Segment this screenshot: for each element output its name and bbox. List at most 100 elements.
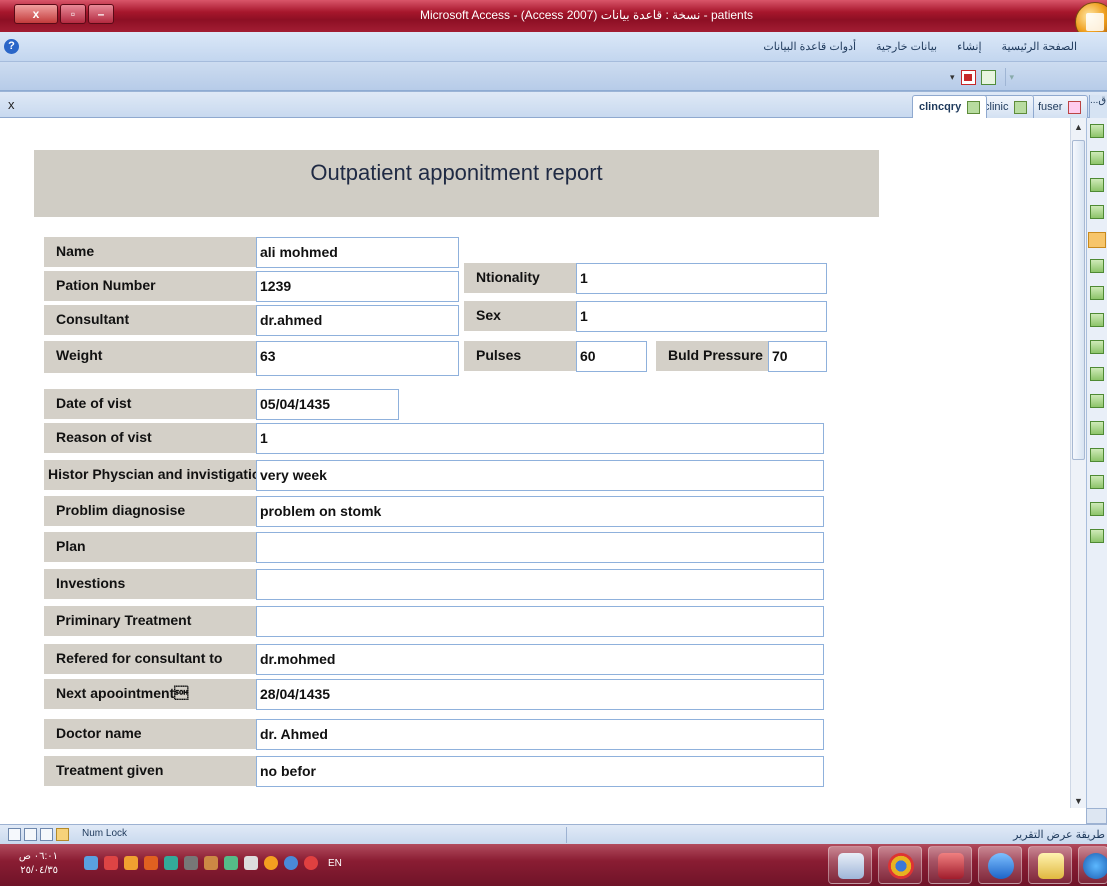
ribbon-tabs: الصفحة الرئيسية إنشاء بيانات خارجية أدوا… [743,40,1077,53]
value-pation-number[interactable]: 1239 [256,271,459,302]
value-name[interactable]: ali mohmed [256,237,459,268]
taskbar-ie-button[interactable] [978,846,1022,884]
quick-access-toolbar: ▾ ▾ [0,62,1107,92]
value-sex[interactable]: 1 [576,301,827,332]
chrome-icon [888,853,914,879]
report-icon[interactable] [1090,124,1104,138]
scroll-thumb[interactable] [1072,140,1085,460]
value-plan[interactable] [256,532,824,563]
scroll-down-icon[interactable]: ▼ [1074,796,1083,806]
export-icon[interactable] [980,69,996,85]
restore-window-button[interactable]: ▫ [60,4,86,24]
report-title: Outpatient apponitment report [310,160,603,185]
navigation-pane-toggle[interactable]: ...ق [1089,95,1107,118]
report-view: Outpatient apponitment report Name ali m… [0,118,1070,808]
label-date-of-visit: Date of vist [44,389,256,419]
app-tray-icon[interactable] [224,856,238,870]
value-history[interactable]: very week [256,460,824,491]
qat-dropdown-icon[interactable]: ▾ [950,72,955,83]
view-mode-label: طريقة عرض التقرير [1013,829,1105,841]
report-icon[interactable] [1090,313,1104,327]
qat-overflow-icon[interactable]: ▾ [1010,72,1015,83]
scroll-up-icon[interactable]: ▲ [1074,122,1083,132]
taskbar-start-button[interactable] [1078,846,1107,884]
toolbar-separator [0,90,1107,91]
pdf-export-icon[interactable] [960,69,976,85]
power-icon[interactable] [124,856,138,870]
report-icon[interactable] [1090,421,1104,435]
close-window-button[interactable]: x [14,4,58,24]
vertical-scrollbar[interactable]: ▲ ▼ [1070,118,1086,808]
notification-tray: EN [84,856,342,870]
taskbar-chrome-button[interactable] [878,846,922,884]
value-diagnosis[interactable]: problem on stomk [256,496,824,527]
ribbon-tab-home[interactable]: الصفحة الرئيسية [1002,40,1077,53]
app-tray-icon[interactable] [164,856,178,870]
report-icon-selected[interactable] [1088,232,1106,248]
print-preview-icon[interactable] [24,828,37,841]
report-icon[interactable] [1090,475,1104,489]
value-consultant[interactable]: dr.ahmed [256,305,459,336]
value-date-of-visit[interactable]: 05/04/1435 [256,389,399,420]
language-indicator[interactable]: EN [328,858,342,869]
label-history: Histor Physcian and invistigation [44,460,256,490]
app-tray-icon[interactable] [284,856,298,870]
report-view-icon[interactable] [8,828,21,841]
value-reason-of-visit[interactable]: 1 [256,423,824,454]
report-icon[interactable] [1090,394,1104,408]
app-tray-icon[interactable] [144,856,158,870]
volume-icon[interactable] [244,856,258,870]
label-weight: Weight [44,341,256,373]
taskbar-access-button[interactable] [928,846,972,884]
value-doctor-name[interactable]: dr. Ahmed [256,719,824,750]
value-blood-pressure[interactable]: 70 [768,341,827,372]
report-icon[interactable] [1090,340,1104,354]
value-pulses[interactable]: 60 [576,341,647,372]
value-nationality[interactable]: 1 [576,263,827,294]
toolbar-divider [1004,68,1006,86]
label-diagnosis: Problim diagnosise [44,496,256,526]
layout-view-icon[interactable] [40,828,53,841]
report-icon[interactable] [1090,205,1104,219]
tab-clincqry[interactable]: clincqry [912,95,988,118]
internet-explorer-icon [988,853,1014,879]
value-weight[interactable]: 63 [256,341,459,376]
report-icon[interactable] [1090,448,1104,462]
flag-icon[interactable] [104,856,118,870]
ribbon-tab-bar: ? الصفحة الرئيسية إنشاء بيانات خارجية أد… [0,32,1107,62]
value-primary-treatment[interactable] [256,606,824,637]
app-tray-icon[interactable] [264,856,278,870]
app-tray-icon[interactable] [204,856,218,870]
label-investigations: Investions [44,569,256,599]
app-tray-icon[interactable] [184,856,198,870]
system-clock[interactable]: ٠٦:٠١ ص ٢٥/٠٤/٣٥ [6,850,58,878]
report-icon[interactable] [1090,529,1104,543]
report-icon[interactable] [1090,286,1104,300]
report-icon[interactable] [1090,259,1104,273]
ribbon-tab-create[interactable]: إنشاء [957,40,981,53]
value-investigations[interactable] [256,569,824,600]
minimize-window-button[interactable]: – [88,4,114,24]
tab-fuser[interactable]: fuser [1031,95,1089,118]
report-icon[interactable] [1090,178,1104,192]
design-view-icon[interactable] [56,828,69,841]
value-treatment-given[interactable]: no befor [256,756,824,787]
access-window: x ▫ – Microsoft Access - (Access 2007) ن… [0,0,1107,886]
value-referred[interactable]: dr.mohmed [256,644,824,675]
report-icon[interactable] [1090,502,1104,516]
ribbon-tab-database-tools[interactable]: أدوات قاعدة البيانات [763,40,856,53]
window-controls: x ▫ – [14,4,116,28]
ribbon-tab-external-data[interactable]: بيانات خارجية [876,40,937,53]
num-lock-indicator: Num Lock [82,828,128,839]
help-icon[interactable]: ? [4,39,19,54]
report-icon[interactable] [1090,367,1104,381]
app-tray-icon[interactable] [304,856,318,870]
taskbar-explorer-button[interactable] [1028,846,1072,884]
report-icon[interactable] [1090,151,1104,165]
report-icon [967,100,981,114]
label-reason-of-visit: Reason of vist [44,423,256,453]
value-next-appointment[interactable]: 28/04/1435 [256,679,824,710]
network-icon[interactable] [84,856,98,870]
taskbar-word-button[interactable] [828,846,872,884]
close-document-button[interactable]: x [8,97,15,112]
